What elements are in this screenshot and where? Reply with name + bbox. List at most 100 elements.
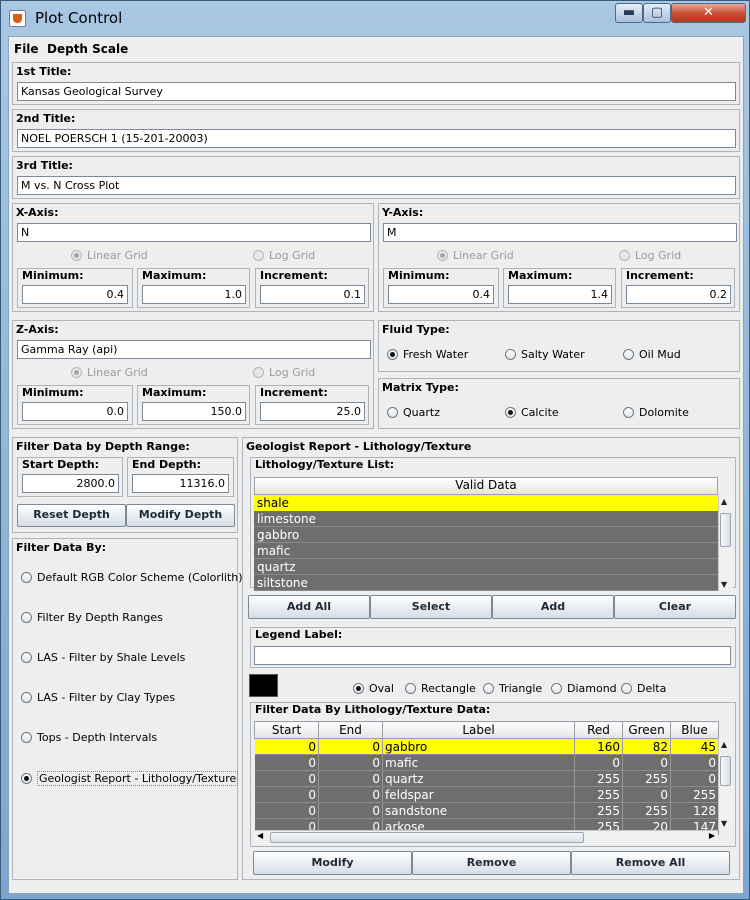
cell-blue[interactable]: 45 [670,738,719,755]
scroll-down-icon[interactable]: ▼ [721,819,727,828]
cell-label[interactable]: mafic [382,754,575,771]
lithology-data-vscrollbar[interactable]: ▲ ▼ [718,738,733,830]
cell-start[interactable]: 0 [254,786,319,803]
remove-button[interactable]: Remove [412,851,571,875]
shape-diamond-radio[interactable]: Diamond [551,682,617,695]
fluid-fresh-water-radio[interactable]: Fresh Water [387,348,468,361]
column-green[interactable]: Green [622,721,671,739]
scroll-left-icon[interactable]: ◀ [257,831,263,840]
column-end[interactable]: End [318,721,383,739]
fluid-oil-mud-radio[interactable]: Oil Mud [623,348,681,361]
cell-green[interactable]: 0 [622,786,671,803]
scroll-up-icon[interactable]: ▲ [721,740,727,749]
x-linear-grid-radio[interactable]: Linear Grid [71,249,148,262]
x-inc-input[interactable]: 0.1 [260,285,365,304]
start-depth-input[interactable]: 2800.0 [22,474,119,493]
third-title-input[interactable]: M vs. N Cross Plot [17,176,736,195]
list-item[interactable]: mafic [254,543,718,559]
table-row[interactable]: 0 0 gabbro 160 82 45 [254,738,719,755]
table-row[interactable]: 0 0 feldspar 255 0 255 [254,786,719,803]
z-axis-input[interactable]: Gamma Ray (api) [17,340,371,359]
cell-green[interactable]: 255 [622,770,671,787]
y-axis-input[interactable]: M [383,223,737,242]
z-max-input[interactable]: 150.0 [142,402,246,421]
cell-start[interactable]: 0 [254,754,319,771]
cell-red[interactable]: 160 [574,738,623,755]
z-min-input[interactable]: 0.0 [22,402,128,421]
filter-shale-levels-radio[interactable]: LAS - Filter by Shale Levels [21,651,185,664]
y-min-input[interactable]: 0.4 [388,285,494,304]
modify-button[interactable]: Modify [253,851,412,875]
filter-tops-radio[interactable]: Tops - Depth Intervals [21,731,157,744]
y-linear-grid-radio[interactable]: Linear Grid [437,249,514,262]
cell-label[interactable]: quartz [382,770,575,787]
x-min-input[interactable]: 0.4 [22,285,128,304]
scroll-up-icon[interactable]: ▲ [721,497,727,506]
filter-depth-ranges-radio[interactable]: Filter By Depth Ranges [21,611,163,624]
list-header-valid-data[interactable]: Valid Data [254,477,718,495]
cell-end[interactable]: 0 [318,738,383,755]
lithology-list-scrollbar[interactable]: ▲ ▼ [718,495,733,591]
cell-label[interactable]: sandstone [382,802,575,819]
menu-file[interactable]: File [14,42,39,56]
cell-blue[interactable]: 128 [670,802,719,819]
table-row[interactable]: 0 0 quartz 255 255 0 [254,770,719,787]
matrix-quartz-radio[interactable]: Quartz [387,406,440,419]
scroll-down-icon[interactable]: ▼ [721,580,727,589]
cell-red[interactable]: 0 [574,754,623,771]
cell-label[interactable]: feldspar [382,786,575,803]
z-linear-grid-radio[interactable]: Linear Grid [71,366,148,379]
filter-clay-types-radio[interactable]: LAS - Filter by Clay Types [21,691,175,704]
column-start[interactable]: Start [254,721,319,739]
remove-all-button[interactable]: Remove All [571,851,730,875]
table-row[interactable]: 0 0 mafic 0 0 0 [254,754,719,771]
lithology-data-hscrollbar[interactable]: ◀ ▶ [254,830,718,844]
shape-oval-radio[interactable]: Oval [353,682,394,695]
list-item[interactable]: shale [254,495,718,511]
add-button[interactable]: Add [492,595,614,619]
cell-end[interactable]: 0 [318,786,383,803]
list-item[interactable]: quartz [254,559,718,575]
cell-end[interactable]: 0 [318,770,383,787]
z-log-grid-radio[interactable]: Log Grid [253,366,315,379]
cell-start[interactable]: 0 [254,802,319,819]
filter-geologist-report-radio[interactable]: Geologist Report - Lithology/Texture [21,771,239,786]
cell-red[interactable]: 255 [574,770,623,787]
matrix-calcite-radio[interactable]: Calcite [505,406,559,419]
filter-colorlith-radio[interactable]: Default RGB Color Scheme (Colorlith) [21,571,243,584]
menu-depth-scale[interactable]: Depth Scale [47,42,128,56]
cell-end[interactable]: 0 [318,754,383,771]
cell-green[interactable]: 82 [622,738,671,755]
column-label[interactable]: Label [382,721,575,739]
z-inc-input[interactable]: 25.0 [260,402,365,421]
clear-button[interactable]: Clear [614,595,736,619]
cell-red[interactable]: 255 [574,802,623,819]
minimize-button[interactable]: ▬ [615,3,643,23]
fluid-salty-water-radio[interactable]: Salty Water [505,348,585,361]
list-item[interactable]: gabbro [254,527,718,543]
maximize-button[interactable]: ▢ [643,3,671,23]
shape-rectangle-radio[interactable]: Rectangle [405,682,476,695]
matrix-dolomite-radio[interactable]: Dolomite [623,406,689,419]
cell-label[interactable]: gabbro [382,738,575,755]
shape-triangle-radio[interactable]: Triangle [483,682,542,695]
cell-red[interactable]: 255 [574,786,623,803]
table-row[interactable]: 0 0 sandstone 255 255 128 [254,802,719,819]
list-item[interactable]: limestone [254,511,718,527]
end-depth-input[interactable]: 11316.0 [132,474,229,493]
select-button[interactable]: Select [370,595,492,619]
y-log-grid-radio[interactable]: Log Grid [619,249,681,262]
hscroll-thumb[interactable] [270,832,584,843]
scroll-right-icon[interactable]: ▶ [709,831,715,840]
scroll-thumb[interactable] [720,513,731,547]
second-title-input[interactable]: NOEL POERSCH 1 (15-201-20003) [17,129,736,148]
x-axis-input[interactable]: N [17,223,371,242]
title-bar[interactable]: Plot Control ▬ ▢ ✕ [1,1,749,35]
cell-end[interactable]: 0 [318,802,383,819]
cell-blue[interactable]: 0 [670,770,719,787]
cell-blue[interactable]: 255 [670,786,719,803]
cell-start[interactable]: 0 [254,770,319,787]
x-max-input[interactable]: 1.0 [142,285,246,304]
first-title-input[interactable]: Kansas Geological Survey [17,82,736,101]
modify-depth-button[interactable]: Modify Depth [126,504,235,527]
